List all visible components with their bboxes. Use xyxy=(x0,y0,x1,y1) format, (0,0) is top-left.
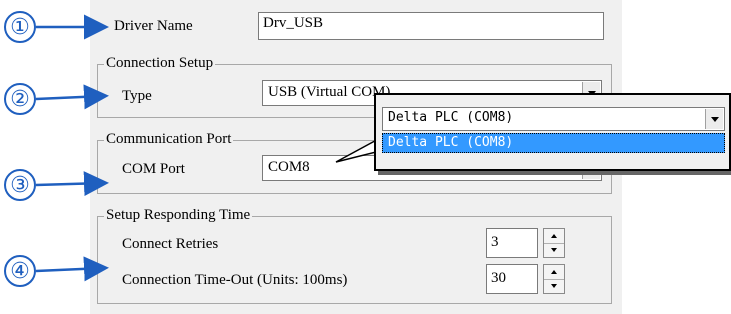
callout-3-arrow xyxy=(35,171,109,197)
callout-1: ① xyxy=(4,11,36,43)
callout-2-arrow xyxy=(35,84,109,110)
popup-option-item[interactable]: Delta PLC (COM8) xyxy=(382,133,725,153)
popup-select[interactable]: Delta PLC (COM8) xyxy=(382,107,725,131)
popup-dropdown-button[interactable] xyxy=(705,109,723,129)
callout-4: ④ xyxy=(4,255,36,287)
callout-2: ② xyxy=(4,83,36,115)
com-port-dropdown-popup: Delta PLC (COM8) Delta PLC (COM8) xyxy=(374,93,731,171)
popup-select-value: Delta PLC (COM8) xyxy=(388,110,514,125)
callout-4-arrow xyxy=(35,256,109,282)
chevron-down-icon xyxy=(710,116,719,122)
callout-3: ③ xyxy=(4,169,36,201)
